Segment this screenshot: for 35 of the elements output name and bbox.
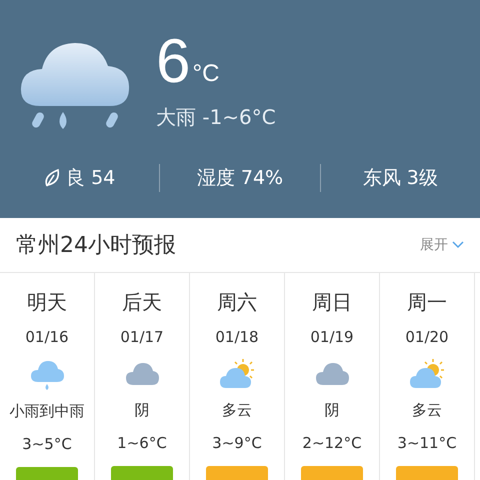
weather-stat: 东风 3级 bbox=[362, 166, 438, 191]
weather-summary: 大雨 -1~6°C bbox=[156, 104, 276, 131]
condition-label: 小雨到中雨 bbox=[10, 402, 84, 421]
day-label: 后天 bbox=[122, 289, 162, 316]
weather-stat: 良 54 bbox=[66, 166, 116, 191]
sun-cloud-icon bbox=[219, 358, 255, 390]
condition-label: 阴 bbox=[324, 400, 340, 420]
sun-cloud-icon bbox=[409, 358, 445, 390]
day-label: 明天 bbox=[27, 289, 67, 316]
day-label: 周一 bbox=[407, 289, 447, 316]
temperature-unit: °C bbox=[192, 60, 220, 88]
temperature-range: 3~9°C bbox=[212, 434, 262, 452]
current-temperature: 6 bbox=[156, 30, 190, 94]
date-label: 01/17 bbox=[120, 328, 164, 346]
date-label: 01/18 bbox=[215, 328, 259, 346]
temperature-range: 3~11°C bbox=[397, 434, 457, 452]
date-label: 01/16 bbox=[25, 328, 69, 346]
temperature-range: 2~12°C bbox=[302, 434, 362, 452]
forecast-title: 常州24小时预报 bbox=[16, 232, 176, 260]
expand-button[interactable]: 展开 bbox=[420, 236, 464, 254]
cloud-icon bbox=[315, 361, 349, 388]
temperature-range: 1~6°C bbox=[117, 434, 167, 452]
temperature-range: 3~5°C bbox=[22, 435, 72, 453]
condition-label: 阴 bbox=[134, 400, 150, 420]
day-label: 周日 bbox=[312, 289, 352, 316]
day-label: 周六 bbox=[217, 289, 257, 316]
date-label: 01/20 bbox=[405, 328, 449, 346]
date-label: 01/19 bbox=[310, 328, 354, 346]
cloud-icon bbox=[125, 361, 159, 388]
weather-stat: 湿度 74% bbox=[196, 166, 284, 191]
condition-label: 多云 bbox=[412, 400, 442, 420]
chevron-down-icon bbox=[452, 241, 464, 249]
leaf-icon bbox=[44, 168, 60, 188]
condition-label: 多云 bbox=[222, 400, 252, 420]
rain-cloud-icon bbox=[30, 358, 64, 392]
